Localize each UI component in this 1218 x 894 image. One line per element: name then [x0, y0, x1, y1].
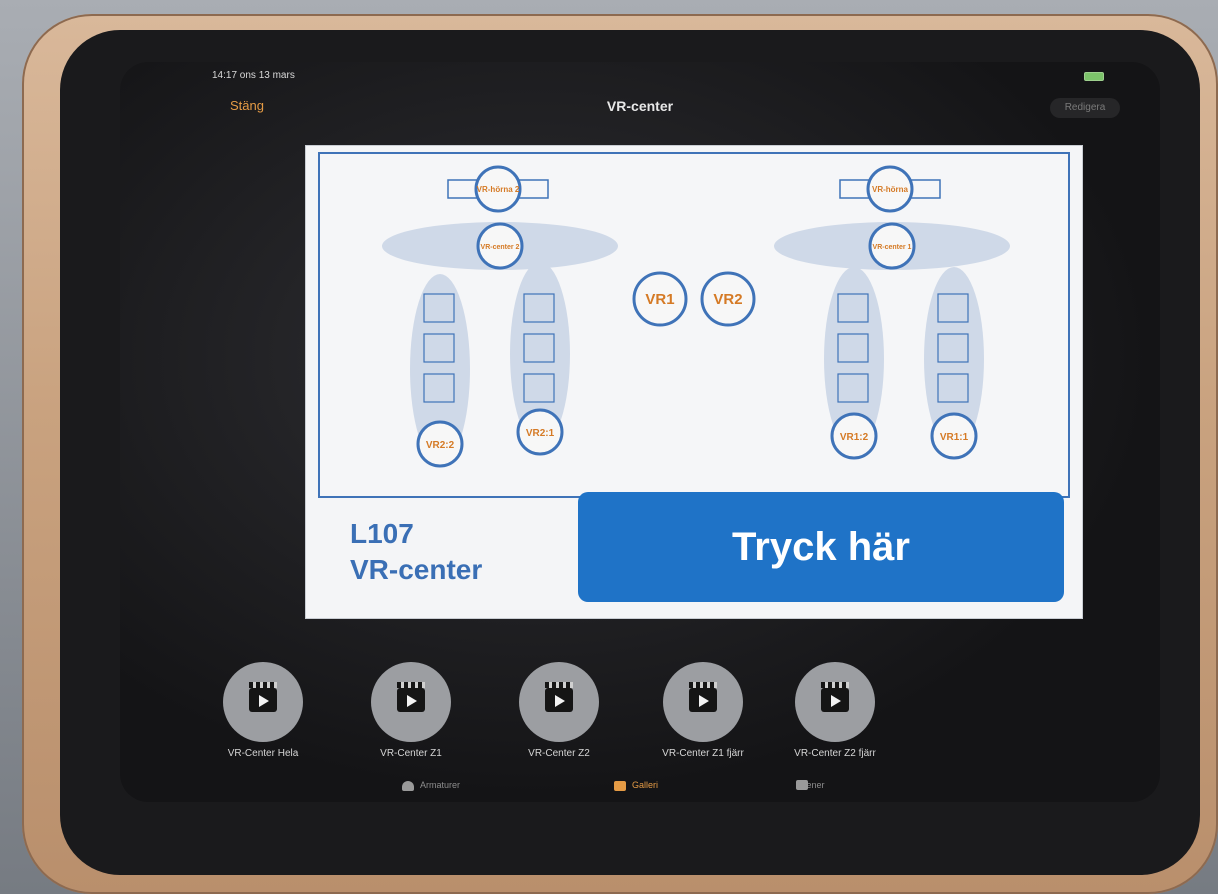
- left-column-a[interactable]: VR2:2: [410, 274, 470, 468]
- right-top-label: VR-hörna: [872, 185, 909, 194]
- tab-label: Armaturer: [420, 780, 461, 790]
- vr1-label: VR1: [645, 291, 674, 308]
- vr2-2-label: VR2:2: [426, 440, 455, 451]
- status-bar: 14:17 ons 13 mars: [120, 62, 1160, 88]
- scenes-icon: [796, 780, 808, 790]
- scene-circle: [663, 662, 743, 742]
- scene-label: VR-Center Z2 fjärr: [794, 748, 876, 759]
- scene-vr-center-z1[interactable]: VR-Center Z1: [356, 662, 466, 759]
- room-name: VR-center: [350, 554, 483, 585]
- page-title: VR-center: [606, 98, 674, 114]
- battery-icon: [1084, 72, 1104, 81]
- room-label: L107 VR-center: [350, 516, 482, 588]
- vr1-1-label: VR1:1: [940, 432, 969, 443]
- scene-carousel: VR-Center Hela VR-Center Z1 VR-Center Z2…: [120, 662, 1160, 782]
- scene-vr-center-z1-fjarr[interactable]: VR-Center Z1 fjärr: [648, 662, 758, 759]
- scene-circle: [223, 662, 303, 742]
- tablet-screen: 14:17 ons 13 mars Stäng VR-center Redige…: [120, 62, 1160, 802]
- tab-label: Galleri: [632, 780, 659, 790]
- vr2-label: VR2: [713, 291, 742, 308]
- left-mid-label: VR-center 2: [481, 244, 520, 251]
- scene-circle: [795, 662, 875, 742]
- scene-circle: [371, 662, 451, 742]
- clapperboard-icon: [689, 682, 717, 712]
- clapperboard-icon: [821, 682, 849, 712]
- floorplan-svg: VR-hörna 2 VR-center 2 VR2:2 VR2:1 VR1 V…: [382, 165, 1010, 468]
- scene-label: VR-Center Z1: [380, 748, 442, 759]
- scene-vr-center-hela[interactable]: VR-Center Hela: [208, 662, 318, 759]
- clapperboard-icon: [249, 682, 277, 712]
- scene-label: VR-Center Z1 fjärr: [662, 748, 744, 759]
- left-top-station[interactable]: VR-hörna 2: [447, 165, 549, 213]
- vr2-1-label: VR2:1: [526, 428, 555, 439]
- navigation-bar: Stäng VR-center Redigera: [120, 88, 1160, 124]
- edit-button[interactable]: Redigera: [1050, 98, 1120, 118]
- vr1-station[interactable]: VR1: [632, 271, 688, 327]
- left-column-b[interactable]: VR2:1: [510, 262, 570, 456]
- vr1-2-label: VR1:2: [840, 432, 869, 443]
- scene-label: VR-Center Hela: [227, 748, 299, 759]
- right-top-station[interactable]: VR-hörna: [839, 165, 941, 213]
- clapperboard-icon: [397, 682, 425, 712]
- room-panel: VR-hörna 2 VR-center 2 VR2:2 VR2:1 VR1 V…: [306, 146, 1082, 618]
- right-column-b[interactable]: VR1:1: [924, 267, 984, 460]
- left-top-label: VR-hörna 2: [477, 185, 520, 194]
- lamp-icon: [402, 780, 414, 791]
- scene-vr-center-z2-fjarr[interactable]: VR-Center Z2 fjärr: [780, 662, 890, 759]
- vr2-station[interactable]: VR2: [700, 271, 756, 327]
- scene-circle: [519, 662, 599, 742]
- floorplan: VR-hörna 2 VR-center 2 VR2:2 VR2:1 VR1 V…: [318, 152, 1070, 498]
- gallery-icon: [614, 780, 626, 791]
- left-mid-station[interactable]: VR-center 2: [382, 222, 618, 270]
- clapperboard-icon: [545, 682, 573, 712]
- scene-vr-center-z2[interactable]: VR-Center Z2: [504, 662, 614, 759]
- press-here-button[interactable]: Tryck här: [578, 492, 1064, 602]
- right-column-a[interactable]: VR1:2: [824, 267, 884, 460]
- tab-galleri[interactable]: Galleri: [614, 780, 658, 791]
- tab-bar: Armaturer Galleri Scener: [120, 774, 1160, 802]
- status-time: 14:17 ons 13 mars: [212, 70, 295, 81]
- tab-armaturer[interactable]: Armaturer: [402, 780, 460, 791]
- right-mid-station[interactable]: VR-center 1: [774, 222, 1010, 270]
- scene-label: VR-Center Z2: [528, 748, 590, 759]
- tab-scener[interactable]: Scener: [796, 780, 825, 790]
- right-mid-label: VR-center 1: [873, 244, 912, 251]
- room-code: L107: [350, 518, 414, 549]
